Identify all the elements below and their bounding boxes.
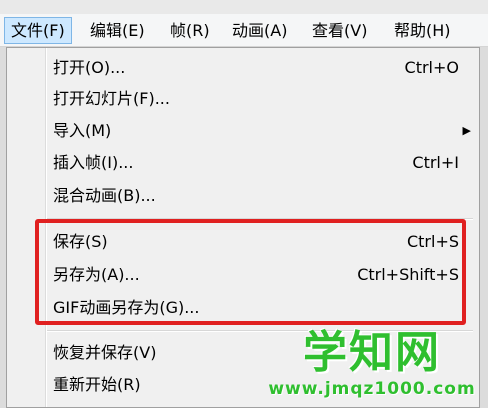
menu-bar: 文件(F) 编辑(E) 帧(R) 动画(A) 查看(V) 帮助(H) — [0, 14, 488, 47]
menu-item-blend-animation[interactable]: 混合动画(B)... — [7, 182, 479, 210]
menu-item-shortcut: Ctrl+I — [412, 153, 459, 172]
menu-file[interactable]: 文件(F) — [4, 17, 72, 44]
menu-item-label: 混合动画(B)... — [53, 186, 156, 205]
menu-animation[interactable]: 动画(A) — [226, 17, 293, 44]
menu-item-label: 重新开始(R) — [53, 375, 141, 394]
menu-item-shortcut: Ctrl+O — [404, 58, 459, 77]
menu-item-label: 恢复并保存(V) — [53, 343, 157, 362]
menu-frame[interactable]: 帧(R) — [164, 17, 216, 44]
menu-item-import[interactable]: 导入(M) ▶ — [7, 117, 479, 145]
menu-item-open-slideshow[interactable]: 打开幻灯片(F)... — [7, 85, 479, 113]
submenu-arrow-icon: ▶ — [462, 124, 471, 137]
window-top-strip — [0, 0, 488, 14]
site-watermark: 学知网 www.jmqz1000.com — [262, 328, 482, 406]
watermark-url: www.jmqz1000.com — [268, 379, 476, 399]
save-options-highlight-box — [35, 219, 466, 325]
menu-item-label: 打开幻灯片(F)... — [53, 89, 170, 108]
watermark-title: 学知网 — [303, 327, 441, 378]
menu-help[interactable]: 帮助(H) — [388, 17, 457, 44]
menu-item-label: 导入(M) — [53, 121, 112, 140]
menu-edit[interactable]: 编辑(E) — [84, 17, 151, 44]
menu-item-insert-frame[interactable]: 插入帧(I)... Ctrl+I — [7, 149, 479, 177]
menu-view[interactable]: 查看(V) — [306, 17, 373, 44]
menu-item-label: 打开(O)... — [53, 58, 126, 77]
menu-item-label: 插入帧(I)... — [53, 153, 134, 172]
menu-item-open[interactable]: 打开(O)... Ctrl+O — [7, 54, 479, 82]
